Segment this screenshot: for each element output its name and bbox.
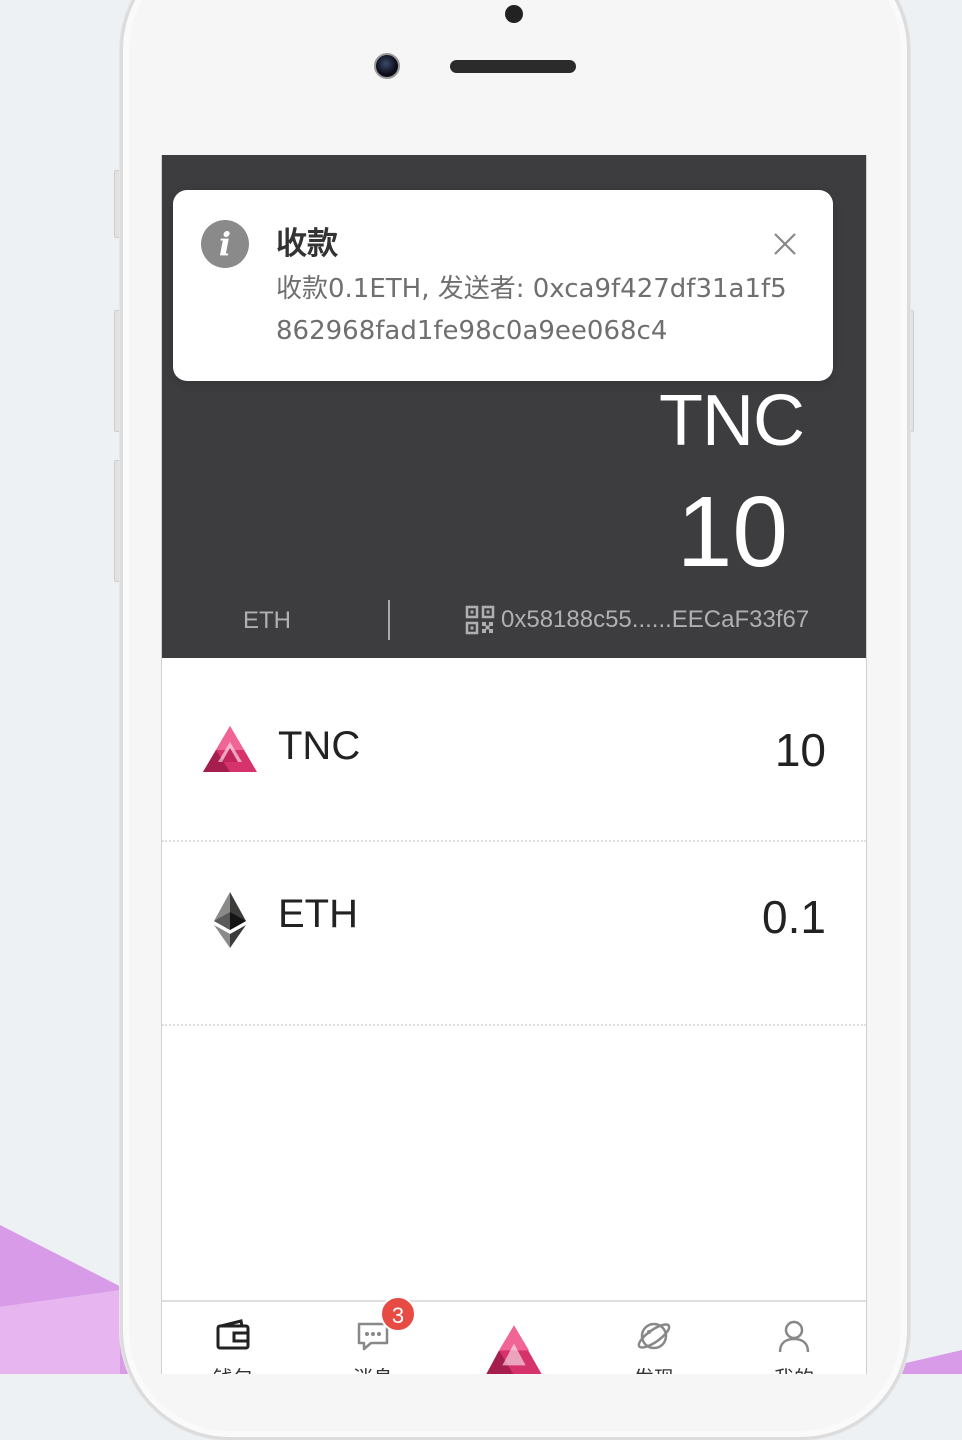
phone-sensor [505,5,523,23]
token-balance: 10 [774,724,826,776]
header-divider [388,600,390,640]
notification-title: 收款 [276,226,338,262]
notification-toast: i 收款 收款0.1ETH, 发送者: 0xca9f427df31a1f5862… [173,190,833,381]
ethereum-icon [214,892,246,948]
tab-mine[interactable]: 我的 [754,1302,834,1374]
chain-selector[interactable]: ETH [243,607,291,635]
unread-badge: 3 [380,1296,416,1332]
tab-wallet[interactable]: 钱包 [193,1302,273,1374]
wallet-address-button[interactable]: 0x58188c55......EECaF33f67 [465,605,809,635]
header-token-symbol: TNC [659,381,805,461]
header-token-balance: 10 [676,476,788,588]
phone-speaker [450,60,576,73]
tnc-logo-icon [203,726,257,772]
tab-mine-label: 我的 [754,1362,834,1374]
token-balance: 0.1 [762,891,826,943]
tab-home[interactable] [474,1302,554,1374]
background-shape [900,1350,962,1374]
planet-icon [637,1322,671,1350]
tab-discover-label: 发现 [614,1362,694,1374]
user-icon [778,1320,810,1353]
tab-discover[interactable]: 发现 [614,1302,694,1374]
tnc-logo-icon [486,1325,542,1374]
bottom-tab-bar: 钱包 消息 3 发现 [162,1296,866,1374]
wallet-address-text: 0x58188c55......EECaF33f67 [501,606,810,633]
token-row-eth[interactable]: ETH 0.1 [162,842,866,1026]
notification-message: 收款0.1ETH, 发送者: 0xca9f427df31a1f5862968fa… [276,274,787,346]
qr-code-icon [465,605,495,635]
front-camera [374,53,400,79]
close-icon[interactable] [771,230,799,258]
tab-wallet-label: 钱包 [193,1362,273,1374]
token-row-tnc[interactable]: TNC 10 [162,658,866,842]
token-name: TNC [278,724,361,768]
app-screen: TNC 10 ETH 0x58188c55......EECaF33f67 i … [161,155,867,1374]
info-icon: i [201,220,249,268]
token-name: ETH [278,892,358,936]
wallet-icon [216,1319,250,1350]
tab-messages-label: 消息 [333,1362,413,1374]
